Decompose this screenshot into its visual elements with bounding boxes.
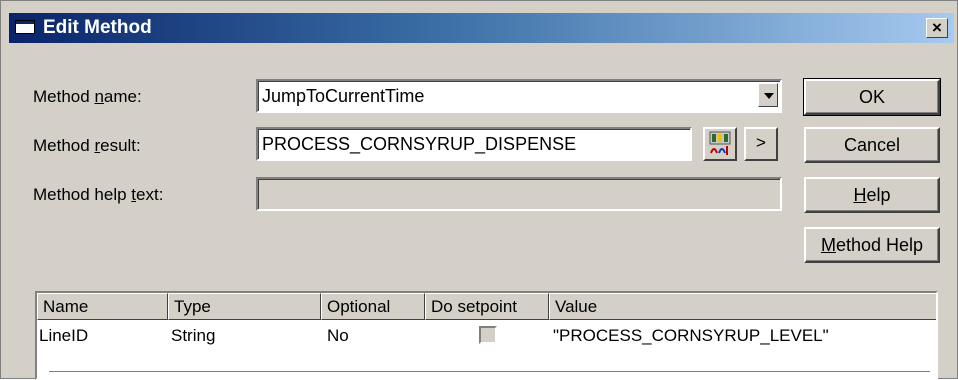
window-title: Edit Method <box>43 17 152 38</box>
column-header-value[interactable]: Value <box>549 293 936 320</box>
help-button-accel: H <box>853 185 867 205</box>
do-setpoint-checkbox[interactable] <box>479 326 497 344</box>
method-help-button-label: ethod Help <box>835 235 924 255</box>
tag-browser-icon <box>709 131 731 155</box>
method-result-arrow-button[interactable]: > <box>744 127 778 161</box>
window-icon <box>15 20 35 34</box>
method-name-label-accel: n <box>94 87 104 106</box>
method-result-label-post: esult: <box>100 136 141 155</box>
help-button-label: elp <box>866 185 891 205</box>
method-name-value: JumpToCurrentTime <box>262 86 425 106</box>
edit-method-dialog: Edit Method × Method name: JumpToCurrent… <box>0 0 958 380</box>
cell-type: String <box>171 326 216 345</box>
cell-name: LineID <box>39 326 89 345</box>
method-help-button[interactable]: Method Help <box>804 227 940 263</box>
column-header-type[interactable]: Type <box>168 293 321 320</box>
column-header-name[interactable]: Name <box>37 293 168 320</box>
method-result-input[interactable]: PROCESS_CORNSYRUP_DISPENSE <box>256 127 692 161</box>
title-bar[interactable]: Edit Method × <box>9 13 954 43</box>
method-name-label-pre: Method <box>33 87 95 106</box>
help-button[interactable]: Help <box>804 177 940 213</box>
method-result-label: Method result: <box>33 136 141 156</box>
method-help-text-label: Method help text: <box>33 185 163 205</box>
method-name-label: Method name: <box>33 87 142 107</box>
cancel-button[interactable]: Cancel <box>804 127 940 163</box>
method-help-label-post: ext: <box>136 185 164 204</box>
table-divider <box>49 371 930 376</box>
method-help-label-pre: Method help <box>33 185 132 204</box>
method-name-combobox[interactable]: JumpToCurrentTime <box>256 79 782 113</box>
column-header-do-setpoint[interactable]: Do setpoint <box>425 293 549 320</box>
cell-optional: No <box>327 326 349 345</box>
cell-value: "PROCESS_CORNSYRUP_LEVEL" <box>553 326 829 345</box>
close-button[interactable]: × <box>926 18 948 38</box>
ok-button[interactable]: OK <box>803 78 941 116</box>
column-header-optional[interactable]: Optional <box>321 293 425 320</box>
method-result-value: PROCESS_CORNSYRUP_DISPENSE <box>262 134 577 154</box>
method-help-button-accel: M <box>820 235 836 255</box>
method-result-label-pre: Method <box>33 136 95 155</box>
method-name-label-post: ame: <box>103 87 142 106</box>
chevron-down-icon[interactable] <box>758 83 778 107</box>
method-help-text-field <box>256 177 782 211</box>
parameters-table[interactable]: Name Type Optional Do setpoint Value Lin… <box>35 291 938 380</box>
tag-browser-button[interactable] <box>703 127 737 161</box>
